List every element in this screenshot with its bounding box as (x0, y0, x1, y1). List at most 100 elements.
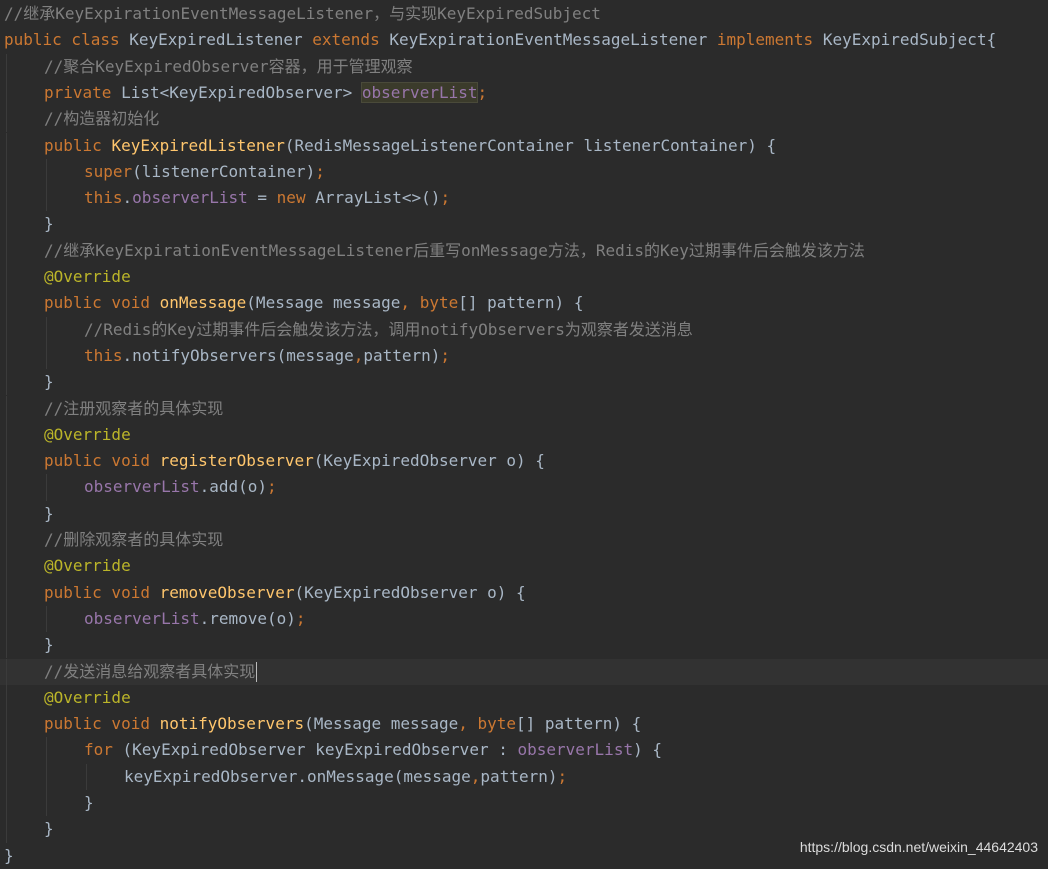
indent-guide (6, 53, 7, 80)
code-line[interactable]: public void removeObserver(KeyExpiredObs… (0, 579, 1048, 606)
code-text: //注册观察者的具体实现 (44, 396, 223, 422)
indent-guide (6, 448, 7, 475)
code-token: keyExpiredObserver.onMessage(message (124, 766, 471, 786)
code-line[interactable]: //继承KeyExpirationEventMessageListener，与实… (0, 1, 1048, 27)
code-token: //聚合KeyExpiredObserver容器，用于管理观察 (44, 56, 413, 76)
code-line[interactable]: @Override (0, 421, 1048, 449)
code-text: public void onMessage(Message message, b… (44, 290, 583, 316)
code-line[interactable]: super(listenerContainer); (0, 158, 1048, 186)
code-line[interactable]: @Override (0, 684, 1048, 712)
indent-guide (46, 605, 47, 633)
code-token: (Message message (246, 293, 401, 313)
code-line[interactable]: //继承KeyExpirationEventMessageListener后重写… (0, 237, 1048, 264)
code-line[interactable]: private List<KeyExpiredObserver> observe… (0, 79, 1048, 107)
code-line[interactable]: observerList.add(o); (0, 474, 1048, 501)
code-token: ; (267, 477, 277, 497)
code-line[interactable]: @Override (0, 553, 1048, 580)
indent-guide (6, 816, 7, 843)
code-token: pattern) (480, 766, 558, 786)
code-token: onMessage (159, 293, 247, 313)
code-token: //Redis的Key过期事件后会触发该方法，调用notifyObservers… (84, 319, 693, 339)
code-text: } (44, 632, 54, 658)
code-token: removeObserver (159, 582, 295, 602)
code-line[interactable]: this.notifyObservers(message,pattern); (0, 342, 1048, 370)
code-line[interactable]: } (0, 500, 1048, 527)
code-token: } (4, 845, 14, 865)
code-line[interactable]: for (KeyExpiredObserver keyExpiredObserv… (0, 737, 1048, 764)
code-token: @Override (44, 556, 131, 576)
indent-guide (6, 632, 7, 659)
code-text: public KeyExpiredListener(RedisMessageLi… (44, 133, 776, 159)
code-text: //继承KeyExpirationEventMessageListener，与实… (4, 1, 601, 27)
code-line[interactable]: this.observerList = new ArrayList<>(); (0, 185, 1048, 212)
code-line[interactable]: public class KeyExpiredListener extends … (0, 27, 1048, 53)
code-token: KeyExpiredListener (111, 135, 285, 155)
code-token: ; (315, 161, 325, 181)
code-token: new (276, 188, 316, 208)
indent-guide (6, 264, 7, 291)
indent-guide (86, 763, 87, 790)
code-text: } (44, 501, 54, 527)
code-text: //Redis的Key过期事件后会触发该方法，调用notifyObservers… (84, 317, 693, 343)
code-line[interactable]: public KeyExpiredListener(RedisMessageLi… (0, 132, 1048, 159)
code-text: //继承KeyExpirationEventMessageListener后重写… (44, 238, 865, 264)
code-token: KeyExpiredListener (129, 30, 313, 50)
code-token: //继承KeyExpirationEventMessageListener，与实… (4, 4, 601, 23)
code-token: @Override (44, 267, 131, 286)
code-text: } (44, 369, 54, 395)
code-line[interactable]: //Redis的Key过期事件后会触发该方法，调用notifyObservers… (0, 316, 1048, 343)
code-text: //删除观察者的具体实现 (44, 527, 223, 553)
indent-guide (46, 737, 47, 764)
code-line[interactable]: } (0, 632, 1048, 659)
indent-guide (6, 421, 7, 449)
code-line[interactable]: keyExpiredObserver.onMessage(message,pat… (0, 763, 1048, 790)
indent-guide (6, 763, 7, 790)
code-line[interactable]: public void registerObserver(KeyExpiredO… (0, 448, 1048, 475)
code-token: = (247, 188, 277, 208)
code-token: this (84, 188, 123, 208)
code-line[interactable]: //注册观察者的具体实现 (0, 395, 1048, 422)
code-line[interactable]: public void onMessage(Message message, b… (0, 290, 1048, 317)
indent-guide (6, 395, 7, 422)
code-line[interactable]: //构造器初始化 (0, 106, 1048, 133)
code-token: , (458, 714, 478, 734)
code-token: ; (440, 345, 451, 365)
code-token: } (44, 372, 54, 392)
text-caret (256, 662, 258, 682)
code-token: //发送消息给观察者具体实现 (44, 661, 256, 681)
code-token: List<KeyExpiredObserver> (121, 82, 362, 102)
code-editor[interactable]: //继承KeyExpirationEventMessageListener，与实… (0, 0, 1048, 867)
code-token: @Override (44, 424, 131, 444)
indent-guide (6, 500, 7, 527)
code-token: registerObserver (159, 451, 314, 471)
code-text: } (44, 816, 54, 842)
code-line[interactable]: } (0, 790, 1048, 817)
indent-guide (6, 790, 7, 817)
code-token: private (44, 82, 122, 102)
code-token: (listenerContainer) (132, 161, 316, 181)
code-token: public void (44, 582, 160, 602)
code-token: @Override (44, 687, 131, 707)
indent-guide (6, 737, 7, 764)
code-line[interactable]: } (0, 369, 1048, 396)
code-token: byte (477, 714, 517, 734)
code-token: extends (312, 30, 390, 50)
code-token: (KeyExpiredObserver o) { (294, 582, 526, 602)
indent-guide (46, 790, 47, 817)
code-token: (Message message (304, 714, 459, 734)
code-line[interactable]: } (0, 211, 1048, 238)
indent-guide (6, 658, 7, 685)
code-line[interactable]: //发送消息给观察者具体实现 (0, 658, 1048, 685)
indent-guide (6, 106, 7, 133)
code-token: .remove(o) (199, 608, 296, 628)
code-line[interactable]: observerList.remove(o); (0, 605, 1048, 633)
code-line[interactable]: public void notifyObservers(Message mess… (0, 711, 1048, 738)
code-token: } (44, 214, 54, 234)
code-text: public void notifyObservers(Message mess… (44, 711, 641, 737)
code-line[interactable]: //聚合KeyExpiredObserver容器，用于管理观察 (0, 53, 1048, 80)
code-line[interactable]: @Override (0, 264, 1048, 291)
indent-guide (46, 763, 47, 790)
watermark: https://blog.csdn.net/weixin_44642403 (799, 839, 1038, 855)
code-line[interactable]: //删除观察者的具体实现 (0, 527, 1048, 554)
code-token: ; (295, 608, 306, 628)
